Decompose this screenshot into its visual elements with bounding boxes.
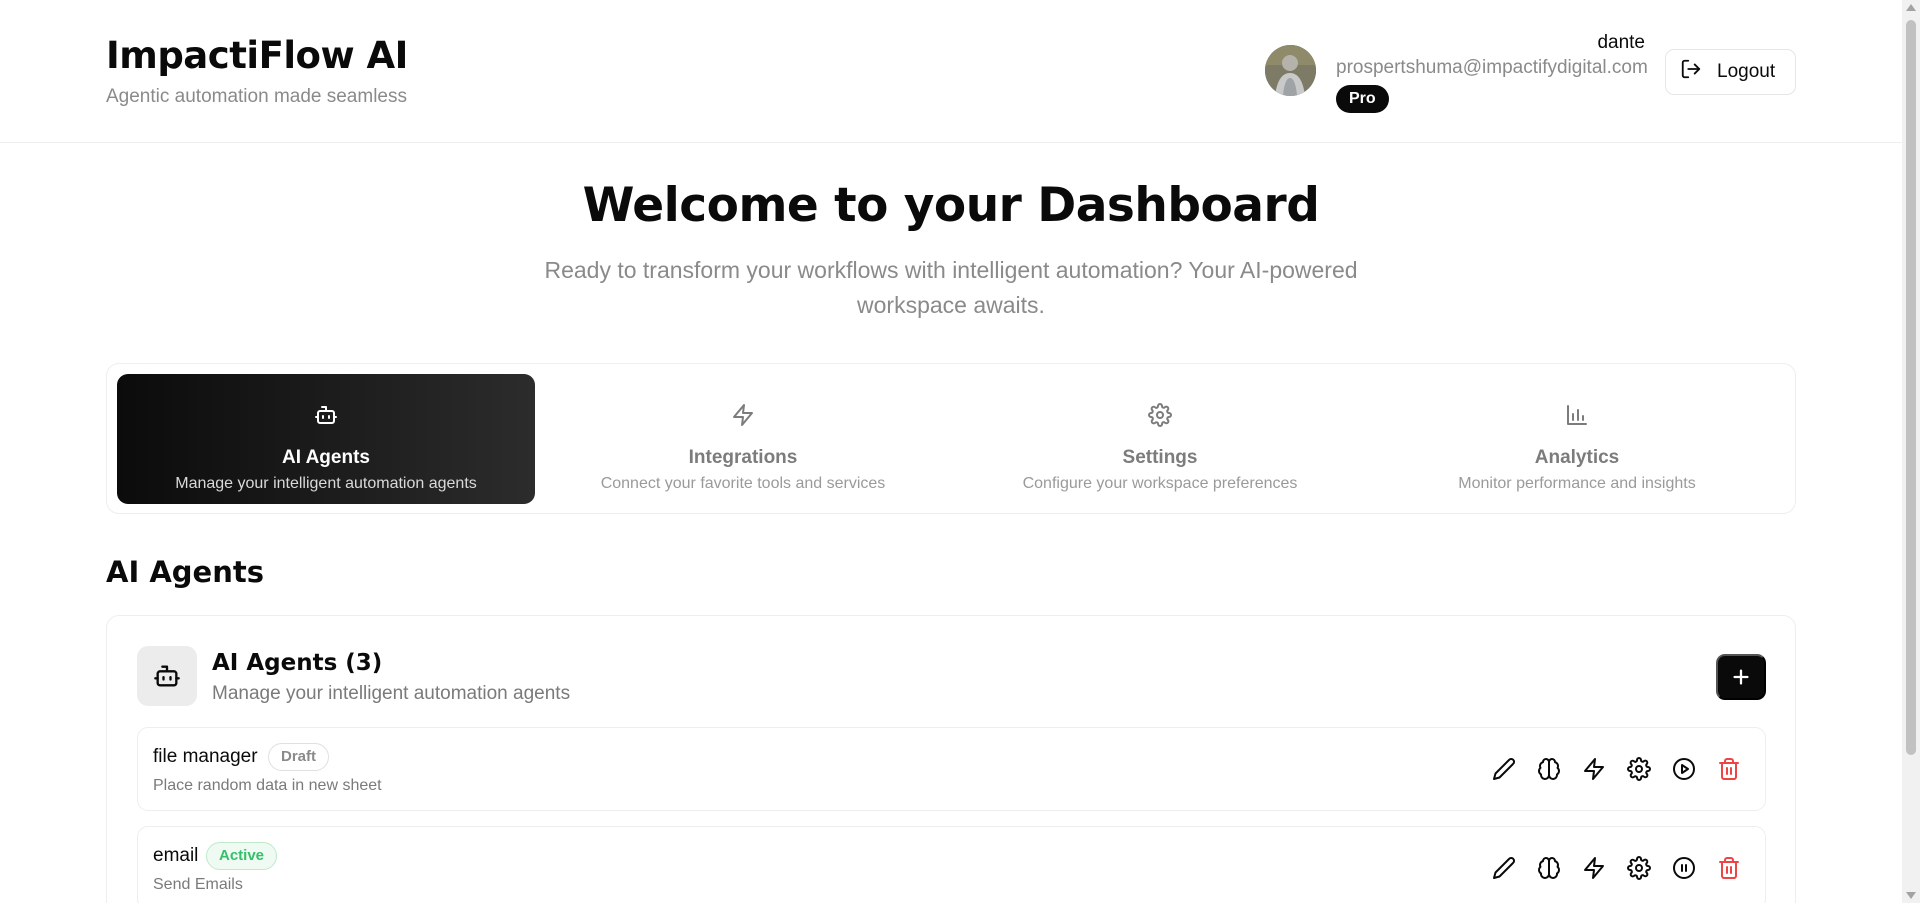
plan-badge: Pro	[1336, 85, 1389, 113]
bot-icon	[154, 665, 180, 687]
brand-subtitle: Agentic automation made seamless	[106, 86, 407, 107]
agent-description: Send Emails	[153, 876, 243, 893]
play-icon[interactable]	[1672, 757, 1696, 781]
scroll-up-arrow-icon[interactable]	[1906, 4, 1916, 11]
tab-description: Monitor performance and insights	[1458, 475, 1696, 492]
tab-description: Configure your workspace preferences	[1022, 475, 1298, 492]
app-viewport: ImpactiFlow AI Agentic automation made s…	[0, 0, 1902, 903]
plus-icon	[1733, 669, 1749, 685]
zap-icon[interactable]	[1582, 856, 1606, 880]
status-badge: Draft	[268, 743, 330, 771]
tab-label: Integrations	[688, 447, 798, 468]
edit-icon[interactable]	[1492, 757, 1516, 781]
scrollbar-thumb[interactable]	[1906, 20, 1916, 755]
page-title: Welcome to your Dashboard	[582, 178, 1320, 233]
tab-integrations[interactable]: Integrations Connect your favorite tools…	[534, 374, 952, 504]
agent-actions	[1492, 757, 1741, 781]
brain-icon[interactable]	[1537, 757, 1561, 781]
status-badge: Active	[206, 842, 278, 870]
user-name: dante	[1597, 32, 1645, 53]
tab-label: Analytics	[1534, 447, 1620, 468]
scroll-down-arrow-icon[interactable]	[1906, 892, 1916, 899]
top-header: ImpactiFlow AI Agentic automation made s…	[0, 0, 1902, 143]
logout-icon	[1680, 58, 1702, 86]
agent-row-email[interactable]: email Active Send Emails	[137, 826, 1766, 903]
tab-ai-agents[interactable]: AI Agents Manage your intelligent automa…	[117, 374, 535, 504]
user-email: prospertshuma@impactifydigital.com	[1336, 57, 1648, 78]
add-agent-button[interactable]	[1716, 654, 1766, 700]
agents-card: AI Agents (3) Manage your intelligent au…	[106, 615, 1796, 903]
edit-icon[interactable]	[1492, 856, 1516, 880]
pause-icon[interactable]	[1672, 856, 1696, 880]
tab-analytics[interactable]: Analytics Monitor performance and insigh…	[1368, 374, 1786, 504]
avatar[interactable]	[1265, 45, 1316, 96]
agent-name: email	[153, 845, 199, 866]
trash-icon[interactable]	[1717, 757, 1741, 781]
agent-actions	[1492, 856, 1741, 880]
dashboard-tabs: AI Agents Manage your intelligent automa…	[106, 363, 1796, 514]
gear-icon[interactable]	[1627, 856, 1651, 880]
agents-card-subtitle: Manage your intelligent automation agent…	[212, 683, 571, 704]
agent-row-file-manager[interactable]: file manager Draft Place random data in …	[137, 727, 1766, 811]
agents-card-icon	[137, 646, 197, 706]
bot-icon	[314, 403, 338, 427]
tab-label: Settings	[1122, 447, 1198, 468]
logout-label: Logout	[1717, 61, 1776, 82]
logout-button[interactable]: Logout	[1665, 49, 1796, 95]
bar-chart-icon	[1565, 403, 1589, 427]
section-title: AI Agents	[106, 555, 264, 589]
brand-title: ImpactiFlow AI	[106, 34, 408, 77]
agent-description: Place random data in new sheet	[153, 777, 382, 794]
tab-description: Connect your favorite tools and services	[600, 475, 886, 492]
tab-description: Manage your intelligent automation agent…	[175, 475, 477, 492]
tab-label: AI Agents	[282, 447, 370, 468]
gear-icon[interactable]	[1627, 757, 1651, 781]
zap-icon	[731, 403, 755, 427]
gear-icon	[1148, 403, 1172, 427]
vertical-scrollbar[interactable]	[1902, 0, 1920, 903]
agent-name: file manager	[153, 746, 258, 767]
trash-icon[interactable]	[1717, 856, 1741, 880]
page-subtitle: Ready to transform your workflows with i…	[544, 257, 1358, 318]
brain-icon[interactable]	[1537, 856, 1561, 880]
agents-card-title: AI Agents (3)	[212, 650, 383, 676]
zap-icon[interactable]	[1582, 757, 1606, 781]
tab-settings[interactable]: Settings Configure your workspace prefer…	[951, 374, 1369, 504]
